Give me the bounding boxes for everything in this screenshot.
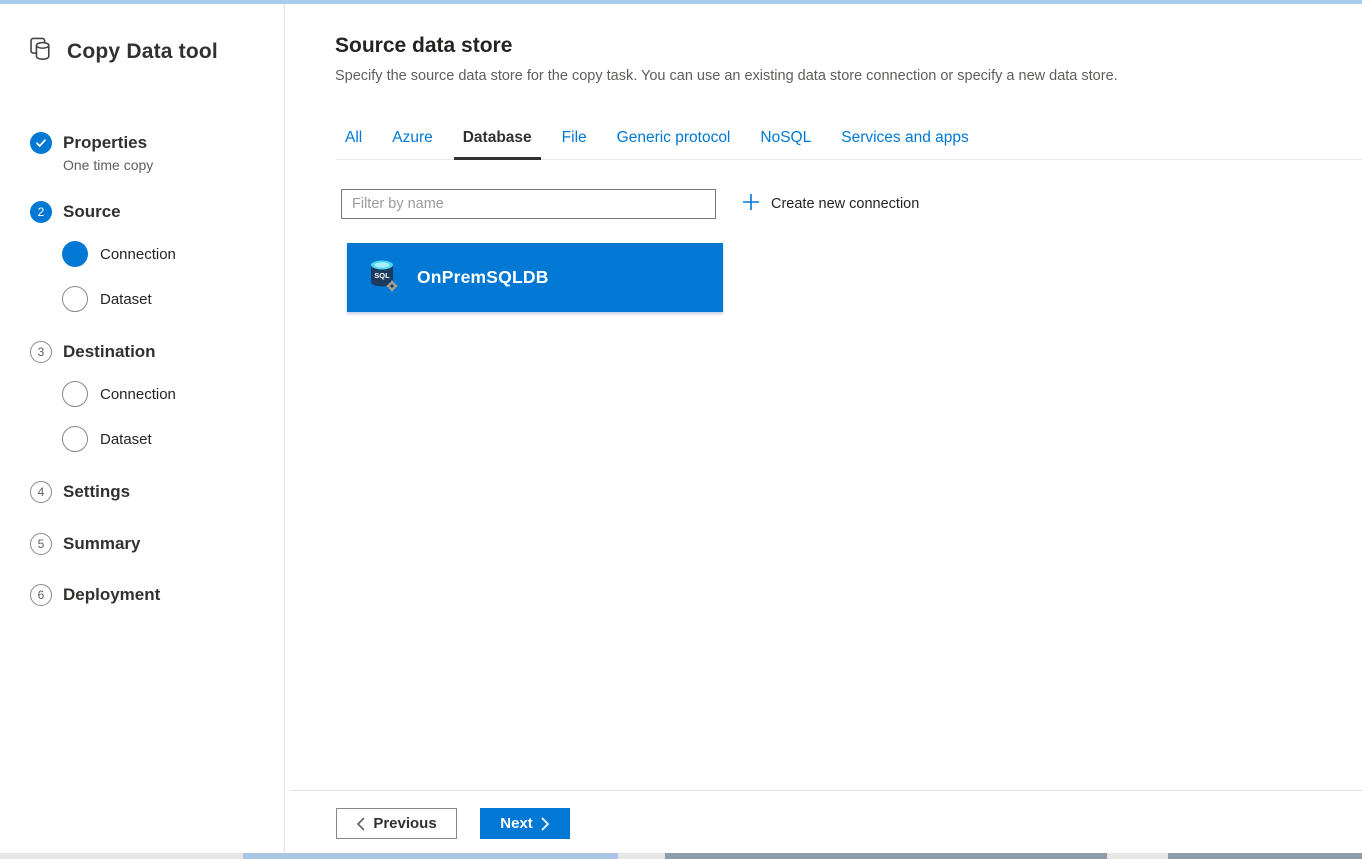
plus-icon (741, 192, 761, 217)
sidebar-step-deployment[interactable]: 6 Deployment (30, 584, 160, 606)
previous-button[interactable]: Previous (336, 808, 457, 839)
step-sublabel: One time copy (63, 157, 153, 173)
app-header: Copy Data tool (28, 36, 218, 67)
create-new-connection-label: Create new connection (771, 196, 919, 212)
next-button[interactable]: Next (480, 808, 570, 839)
previous-button-label: Previous (373, 815, 436, 832)
substep-pending-dot (62, 426, 88, 452)
step-number-badge: 3 (30, 341, 52, 363)
bottom-segment-gray-1 (665, 853, 1107, 859)
filter-by-name-input[interactable] (341, 189, 716, 219)
page-subtitle: Specify the source data store for the co… (335, 68, 1118, 84)
substep-label: Dataset (100, 431, 152, 448)
step-label: Destination (63, 341, 156, 363)
sidebar-substep-source-connection[interactable]: Connection (62, 241, 176, 267)
sidebar-step-summary[interactable]: 5 Summary (30, 533, 140, 555)
sidebar-step-source[interactable]: 2 Source (30, 201, 121, 223)
create-new-connection-button[interactable]: Create new connection (741, 192, 919, 217)
step-label: Summary (63, 533, 140, 555)
tab-generic-protocol[interactable]: Generic protocol (608, 129, 740, 160)
step-number-badge: 5 (30, 533, 52, 555)
copy-data-icon (28, 36, 54, 67)
copy-data-tool-window: Copy Data tool Properties One time copy … (0, 0, 1362, 859)
tab-all[interactable]: All (336, 129, 371, 160)
step-label: Source (63, 201, 121, 223)
sidebar-step-properties[interactable]: Properties One time copy (30, 132, 153, 173)
substep-label: Dataset (100, 291, 152, 308)
sql-database-icon: SQL (366, 258, 398, 297)
chevron-left-icon (356, 817, 365, 831)
next-button-label: Next (500, 815, 533, 832)
category-tabs: All Azure Database File Generic protocol… (336, 122, 1362, 160)
connection-tile-onpremsqldb[interactable]: SQL OnPremSQLDB (347, 243, 723, 312)
svg-text:SQL: SQL (374, 271, 390, 280)
page-title: Source data store (335, 34, 512, 58)
bottom-segment-gray-2 (1168, 853, 1362, 859)
sidebar-step-settings[interactable]: 4 Settings (30, 481, 130, 503)
substep-pending-dot (62, 381, 88, 407)
sidebar-substep-source-dataset[interactable]: Dataset (62, 286, 152, 312)
substep-pending-dot (62, 286, 88, 312)
app-title: Copy Data tool (67, 40, 218, 64)
step-number-badge: 4 (30, 481, 52, 503)
bottom-scrollbar-track[interactable] (0, 853, 1362, 859)
sidebar-step-destination[interactable]: 3 Destination (30, 341, 156, 363)
step-label: Deployment (63, 584, 160, 606)
tab-services-and-apps[interactable]: Services and apps (832, 129, 978, 160)
step-label: Properties (63, 132, 153, 154)
main-panel: Source data store Specify the source dat… (286, 4, 1362, 853)
sidebar-substep-destination-connection[interactable]: Connection (62, 381, 176, 407)
tab-file[interactable]: File (553, 129, 596, 160)
sidebar-substep-destination-dataset[interactable]: Dataset (62, 426, 152, 452)
step-number-badge: 2 (30, 201, 52, 223)
wizard-sidebar: Copy Data tool Properties One time copy … (0, 4, 285, 853)
connection-name: OnPremSQLDB (417, 267, 549, 288)
step-done-check-icon (30, 132, 52, 154)
tab-database[interactable]: Database (454, 129, 541, 160)
tab-nosql[interactable]: NoSQL (751, 129, 820, 160)
substep-label: Connection (100, 246, 176, 263)
footer-divider (290, 790, 1362, 791)
substep-active-dot (62, 241, 88, 267)
tab-azure[interactable]: Azure (383, 129, 442, 160)
step-label: Settings (63, 481, 130, 503)
chevron-right-icon (541, 817, 550, 831)
step-number-badge: 6 (30, 584, 52, 606)
wizard-footer: Previous Next (336, 808, 570, 839)
bottom-scrollbar-thumb-blue[interactable] (243, 853, 618, 859)
substep-label: Connection (100, 386, 176, 403)
